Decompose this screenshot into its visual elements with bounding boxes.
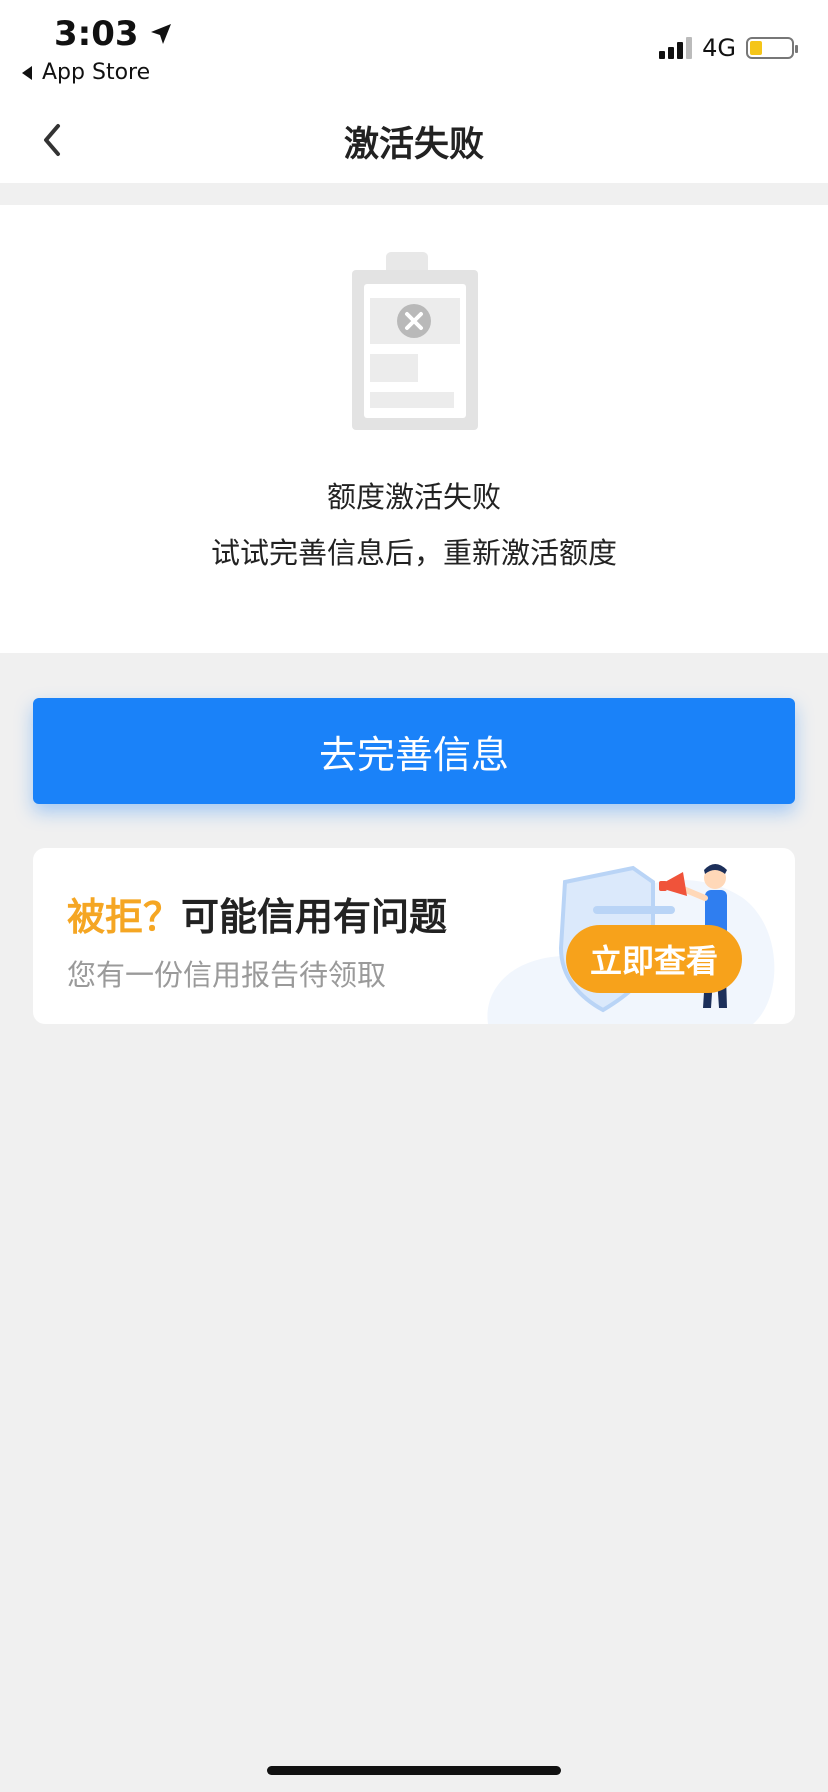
home-indicator[interactable] bbox=[267, 1766, 561, 1775]
page-title: 激活失败 bbox=[343, 125, 484, 165]
complete-info-button[interactable]: 去完善信息 bbox=[33, 698, 795, 804]
signal-bars-icon bbox=[659, 37, 693, 59]
result-title: 额度激活失败 bbox=[326, 480, 501, 514]
promo-title-accent: 被拒？ bbox=[67, 895, 182, 939]
status-time-text: 3:03 bbox=[54, 14, 139, 54]
back-triangle-icon bbox=[22, 65, 32, 80]
status-back-to-app[interactable]: App Store bbox=[20, 60, 150, 85]
location-arrow-icon bbox=[150, 24, 171, 44]
status-time: 3:03 bbox=[54, 14, 173, 54]
failed-document-icon bbox=[352, 252, 478, 430]
status-back-app-label: App Store bbox=[42, 60, 151, 85]
result-subtitle: 试试完善信息后，重新激活额度 bbox=[210, 536, 617, 570]
status-indicators: 4G bbox=[659, 34, 798, 62]
promo-title-main: 可能信用有问题 bbox=[181, 895, 448, 939]
battery-icon bbox=[746, 37, 798, 59]
promo-title: 被拒？可能信用有问题 bbox=[67, 886, 447, 941]
view-now-button[interactable]: 立即查看 bbox=[566, 925, 742, 993]
credit-report-banner[interactable]: 被拒？可能信用有问题 您有一份信用报告待领取 立即查看 bbox=[33, 848, 795, 1024]
top-bar: 3:03 App Store 4G 激活失败 bbox=[0, 0, 828, 183]
promo-subtitle: 您有一份信用报告待领取 bbox=[67, 958, 387, 992]
network-type: 4G bbox=[702, 34, 736, 62]
